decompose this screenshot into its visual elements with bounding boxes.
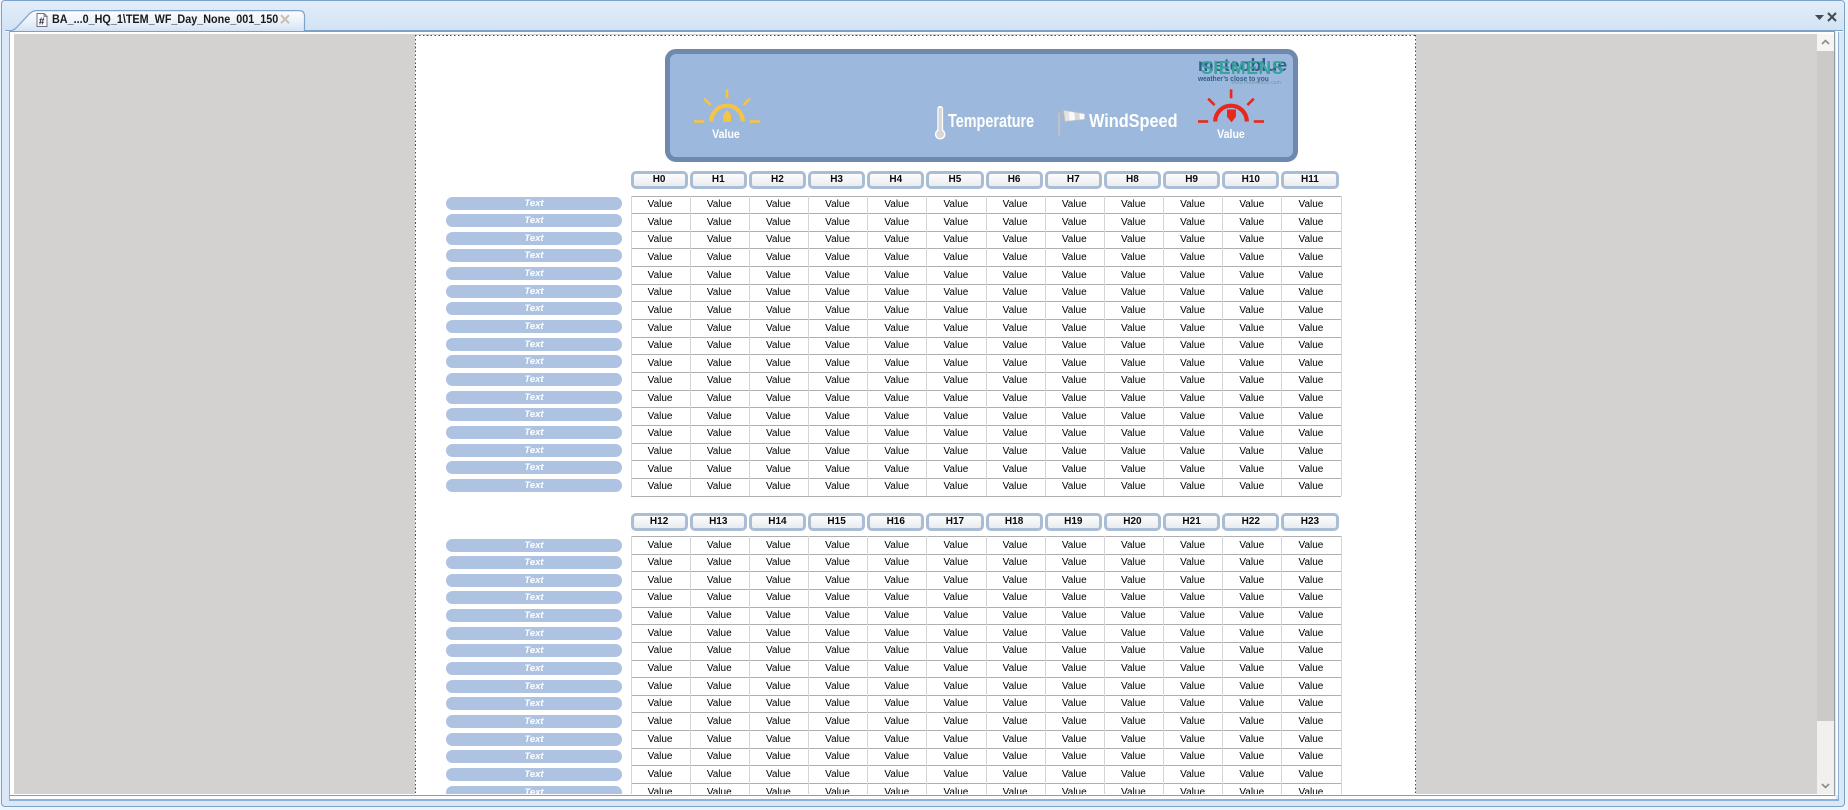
- svg-text:#: #: [39, 17, 45, 28]
